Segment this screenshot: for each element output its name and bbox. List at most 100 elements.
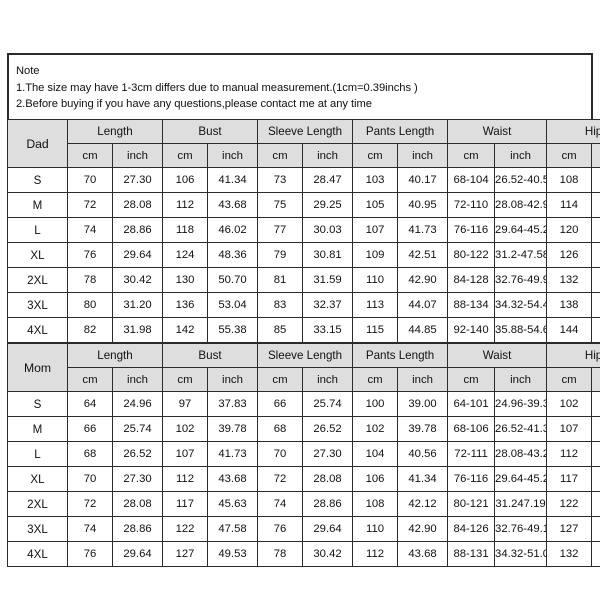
dad-table-header: Dad Length Bust Sleeve Length Pants Leng… bbox=[7, 119, 600, 168]
dad-r3-bust-cm: 124 bbox=[162, 242, 208, 268]
mom-r4-pants-inch: 42.12 bbox=[397, 491, 449, 517]
mom-r6-sleeve-cm: 78 bbox=[257, 541, 304, 567]
mom-r4-waist-cm: 80-121 bbox=[447, 491, 496, 517]
dad-r2-sleeve-cm: 77 bbox=[257, 217, 304, 243]
dad-group-header-row: Dad Length Bust Sleeve Length Pants Leng… bbox=[7, 119, 600, 168]
dad-r2-pants-cm: 107 bbox=[352, 217, 399, 243]
dad-r6-sleeve-cm: 85 bbox=[257, 317, 304, 343]
mom-r3-waist-cm: 76-116 bbox=[447, 466, 496, 492]
dad-r1-pants-cm: 105 bbox=[352, 192, 399, 218]
dad-r3-sleeve-cm: 79 bbox=[257, 242, 304, 268]
dad-r2-pants-inch: 41.73 bbox=[397, 217, 449, 243]
dad-r1-bust-inch: 43.68 bbox=[206, 192, 259, 218]
mom-unit-waist-inch: inch bbox=[494, 367, 548, 392]
mom-r6-waist-inch: 34.32-51.09 bbox=[494, 541, 548, 567]
dad-r5-hip-inch: 53.82 bbox=[591, 292, 600, 318]
mom-r0-pants-cm: 100 bbox=[352, 391, 399, 417]
mom-size-label-l: L bbox=[7, 441, 68, 467]
mom-r2-pants-inch: 40.56 bbox=[397, 441, 449, 467]
mom-group-bust: Bust bbox=[161, 343, 259, 368]
dad-r2-hip-cm: 120 bbox=[546, 217, 593, 243]
dad-unit-bust-cm: cm bbox=[162, 143, 208, 168]
mom-r4-sleeve-inch: 28.86 bbox=[302, 491, 354, 517]
size-chart-page: Note 1.The size may have 1-3cm differs d… bbox=[0, 0, 600, 600]
mom-r6-length-cm: 76 bbox=[67, 541, 113, 567]
mom-r0-bust-inch: 37.83 bbox=[206, 391, 259, 417]
mom-r6-waist-cm: 88-131 bbox=[447, 541, 496, 567]
mom-r4-bust-cm: 117 bbox=[162, 491, 208, 517]
mom-r1-length-cm: 66 bbox=[67, 416, 113, 442]
dad-r1-hip-cm: 114 bbox=[546, 192, 593, 218]
mom-r4-hip-cm: 122 bbox=[546, 491, 593, 517]
dad-r5-pants-cm: 113 bbox=[352, 292, 399, 318]
dad-r5-length-inch: 31.20 bbox=[112, 292, 163, 318]
mom-r3-pants-cm: 106 bbox=[352, 466, 399, 492]
dad-r5-waist-cm: 88-134 bbox=[447, 292, 496, 318]
dad-r4-hip-cm: 132 bbox=[546, 267, 593, 293]
table-row: S 64 24.96 97 37.83 66 25.74 100 39.00 64-101 24.9… bbox=[7, 391, 600, 417]
mom-r1-pants-inch: 39.78 bbox=[397, 416, 449, 442]
dad-r6-hip-cm: 144 bbox=[546, 317, 593, 343]
mom-r5-waist-cm: 84-126 bbox=[447, 516, 496, 542]
mom-r5-pants-cm: 110 bbox=[352, 516, 399, 542]
dad-size-label-m: M bbox=[7, 192, 68, 218]
table-row: M 72 28.08 112 43.68 75 29.25 105 40.95 72-110 28.… bbox=[7, 192, 600, 218]
mom-size-label-3xl: 3XL bbox=[7, 516, 68, 542]
mom-r2-pants-cm: 104 bbox=[352, 441, 399, 467]
dad-r0-hip-inch: 42.12 bbox=[591, 167, 600, 193]
dad-r2-waist-inch: 29.64-45.24 bbox=[494, 217, 548, 243]
note-line-1: 1.The size may have 1-3cm differs due to… bbox=[16, 81, 418, 94]
mom-r3-hip-inch: 45.63 bbox=[591, 466, 600, 492]
table-row: L 74 28.86 118 46.02 77 30.03 107 41.73 76-116 29.… bbox=[7, 217, 600, 243]
mom-r2-hip-cm: 112 bbox=[546, 441, 593, 467]
mom-size-table: Mom Length Bust Sleeve Length Pants Leng… bbox=[7, 343, 600, 567]
mom-r5-pants-inch: 42.90 bbox=[397, 516, 449, 542]
mom-r4-hip-inch: 47.58 bbox=[591, 491, 600, 517]
dad-r6-sleeve-inch: 33.15 bbox=[302, 317, 354, 343]
mom-r6-hip-cm: 132 bbox=[546, 541, 593, 567]
mom-r0-hip-cm: 102 bbox=[546, 391, 593, 417]
dad-r0-sleeve-cm: 73 bbox=[257, 167, 304, 193]
mom-r3-length-cm: 70 bbox=[67, 466, 113, 492]
dad-r3-pants-inch: 42.51 bbox=[397, 242, 449, 268]
table-row: 2XL 78 30.42 130 50.70 81 31.59 110 42.90 84-128 3… bbox=[7, 267, 600, 293]
dad-r1-waist-inch: 28.08-42.90 bbox=[494, 192, 548, 218]
dad-unit-hip-inch: inch bbox=[591, 143, 600, 168]
dad-r2-waist-cm: 76-116 bbox=[447, 217, 496, 243]
mom-r1-hip-cm: 107 bbox=[546, 416, 593, 442]
mom-group-sleeve-length: Sleeve Length bbox=[257, 343, 354, 368]
dad-r4-sleeve-cm: 81 bbox=[257, 267, 304, 293]
mom-r5-hip-cm: 127 bbox=[546, 516, 593, 542]
mom-r3-bust-cm: 112 bbox=[162, 466, 208, 492]
mom-r6-hip-inch: 51.48 bbox=[591, 541, 600, 567]
mom-unit-sleeve-cm: cm bbox=[257, 367, 304, 392]
mom-r5-hip-inch: 49.53 bbox=[591, 516, 600, 542]
dad-r4-bust-inch: 50.70 bbox=[206, 267, 259, 293]
mom-r0-hip-inch: 39.78 bbox=[591, 391, 600, 417]
dad-r4-hip-inch: 51.48 bbox=[591, 267, 600, 293]
mom-r0-length-inch: 24.96 bbox=[112, 391, 163, 417]
mom-r0-pants-inch: 39.00 bbox=[397, 391, 449, 417]
table-row: 2XL 72 28.08 117 45.63 74 28.86 108 42.12 80-121 3… bbox=[7, 491, 600, 517]
dad-r5-pants-inch: 44.07 bbox=[397, 292, 449, 318]
dad-unit-length-inch: inch bbox=[112, 143, 163, 168]
mom-r2-waist-inch: 28.08-43.29 bbox=[494, 441, 548, 467]
dad-r5-bust-inch: 53.04 bbox=[206, 292, 259, 318]
mom-unit-hip-inch: inch bbox=[591, 367, 600, 392]
dad-r1-length-inch: 28.08 bbox=[112, 192, 163, 218]
dad-size-label-s: S bbox=[7, 167, 68, 193]
dad-r5-waist-inch: 34.32-54.43 bbox=[494, 292, 548, 318]
mom-r2-sleeve-inch: 27.30 bbox=[302, 441, 354, 467]
dad-r6-bust-cm: 142 bbox=[162, 317, 208, 343]
mom-r6-pants-cm: 112 bbox=[352, 541, 399, 567]
dad-size-label-3xl: 3XL bbox=[7, 292, 68, 318]
mom-r4-length-cm: 72 bbox=[67, 491, 113, 517]
dad-r0-waist-cm: 68-104 bbox=[447, 167, 496, 193]
dad-size-table: Dad Length Bust Sleeve Length Pants Leng… bbox=[7, 119, 600, 343]
dad-group-sleeve-length: Sleeve Length bbox=[257, 119, 354, 144]
mom-r5-sleeve-cm: 76 bbox=[257, 516, 304, 542]
mom-r4-sleeve-cm: 74 bbox=[257, 491, 304, 517]
dad-r4-bust-cm: 130 bbox=[162, 267, 208, 293]
dad-unit-pants-cm: cm bbox=[352, 143, 399, 168]
note-box: Note 1.The size may have 1-3cm differs d… bbox=[7, 53, 593, 119]
